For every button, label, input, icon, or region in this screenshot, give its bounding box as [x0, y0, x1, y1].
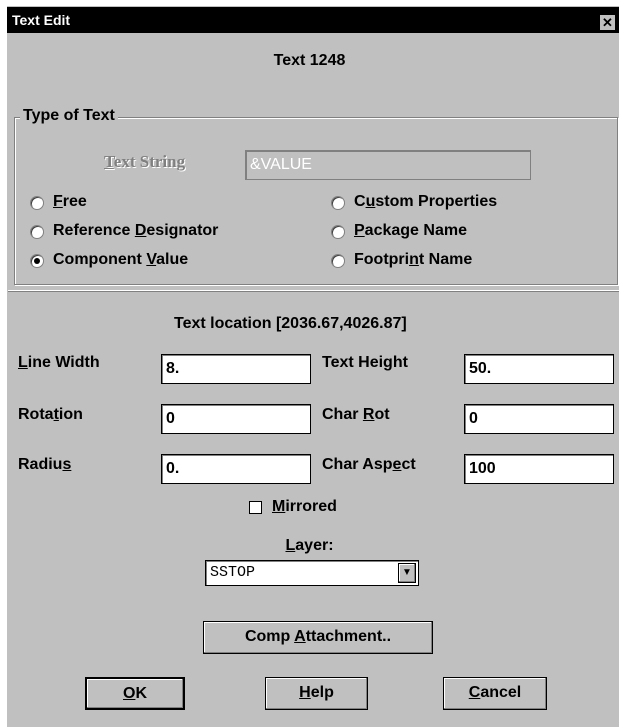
rotation-field[interactable]: 0: [161, 404, 311, 434]
radio-free[interactable]: [30, 196, 44, 210]
radio-footprint-name-label[interactable]: Footprint Name: [354, 250, 472, 270]
text-string-label: Text String: [104, 152, 186, 171]
radio-footprint-name[interactable]: [331, 254, 345, 268]
radio-free-label[interactable]: Free: [53, 192, 87, 212]
text-id-label: Text 1248: [273, 52, 346, 69]
close-icon: ✕: [602, 15, 613, 30]
mirrored-checkbox[interactable]: [249, 501, 262, 514]
chevron-down-icon: ▼: [402, 567, 412, 578]
layer-select[interactable]: SSTOP: [205, 560, 419, 586]
line-width-label: Line Width: [18, 354, 100, 371]
line-width-field[interactable]: 8.: [161, 354, 311, 384]
text-location-label: Text location [2036.67,4026.87]: [174, 315, 407, 332]
type-of-text-legend: Type of Text: [20, 106, 118, 126]
radio-component-value-label[interactable]: Component Value: [53, 250, 188, 270]
radio-component-value[interactable]: [30, 254, 44, 268]
help-button[interactable]: Help: [265, 677, 368, 710]
mirrored-label[interactable]: Mirrored: [272, 497, 337, 517]
rotation-label: Rotation: [18, 406, 83, 423]
separator: [8, 290, 619, 292]
layer-dropdown-button[interactable]: ▼: [398, 563, 416, 583]
radius-label: Radius: [18, 456, 72, 473]
radius-field[interactable]: 0.: [161, 454, 311, 484]
comp-attachment-button[interactable]: Comp Attachment..: [203, 621, 433, 654]
radio-package-name-label[interactable]: Package Name: [354, 221, 467, 241]
text-height-label: Text Height: [322, 354, 408, 371]
char-rot-label: Char Rot: [322, 406, 390, 423]
window-title: Text Edit: [12, 12, 71, 28]
radio-package-name[interactable]: [331, 225, 345, 239]
text-height-field[interactable]: 50.: [464, 354, 614, 384]
radio-reference-designator-label[interactable]: Reference Designator: [53, 221, 218, 241]
layer-label: Layer:: [285, 537, 334, 554]
close-button[interactable]: ✕: [599, 14, 616, 31]
radio-custom-properties[interactable]: [331, 196, 345, 210]
char-aspect-field[interactable]: 100: [464, 454, 614, 484]
text-string-field[interactable]: &VALUE: [245, 150, 531, 180]
char-aspect-label: Char Aspect: [322, 456, 416, 473]
radio-custom-properties-label[interactable]: Custom Properties: [354, 192, 497, 212]
radio-reference-designator[interactable]: [30, 225, 44, 239]
title-bar: [7, 7, 619, 33]
ok-button[interactable]: OK: [85, 677, 185, 710]
char-rot-field[interactable]: 0: [464, 404, 614, 434]
cancel-button[interactable]: Cancel: [443, 677, 547, 710]
